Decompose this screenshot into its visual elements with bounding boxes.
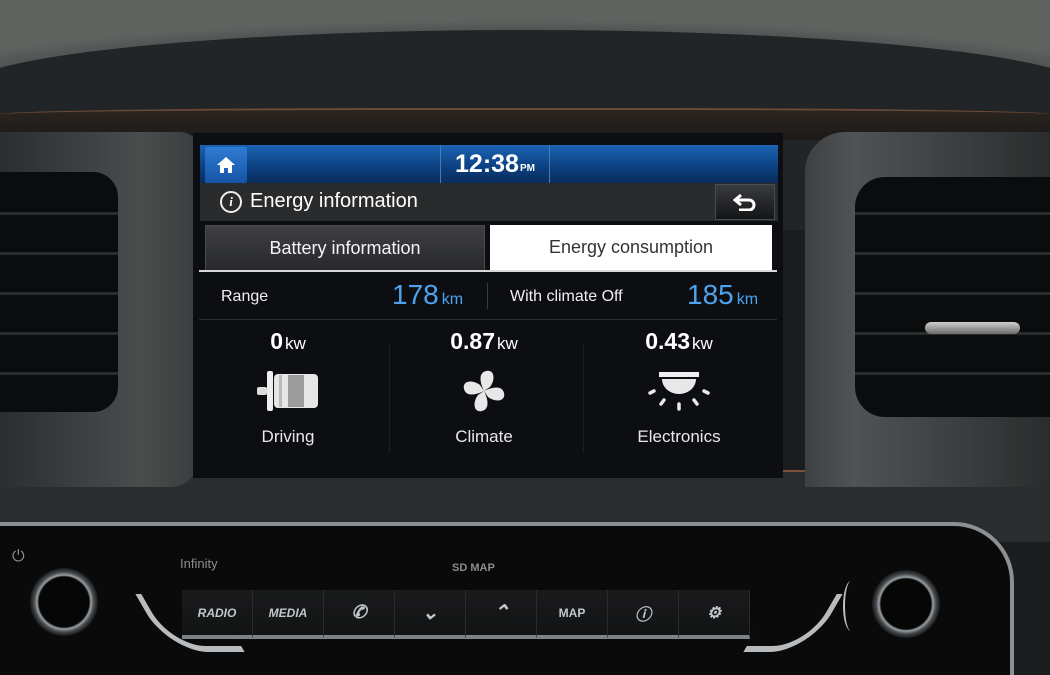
phone-icon: ✆	[351, 602, 367, 622]
clock-ampm: PM	[519, 163, 535, 174]
consumption-driving: 0 kw Driving	[193, 328, 383, 468]
climate-off-label: With climate Off	[510, 288, 623, 305]
title-bar: i Energy information	[200, 183, 778, 221]
divider	[487, 283, 488, 309]
radio-button[interactable]: RADIO	[182, 590, 253, 639]
range-value: 178 km	[392, 279, 463, 311]
driving-label: Driving	[261, 427, 315, 446]
chevron-up-icon: ⌃	[492, 602, 510, 624]
chevron-down-icon: ⌄	[421, 602, 439, 624]
range-label: Range	[221, 288, 269, 305]
gear-icon: ⚙	[706, 604, 722, 622]
fan-icon	[463, 370, 505, 412]
consumption-electronics: 0.43 kw Electronics	[584, 328, 774, 468]
climate-off-number: 185	[687, 279, 734, 310]
phone-button[interactable]: ✆	[324, 590, 395, 639]
ceiling-light-icon	[648, 372, 710, 411]
sd-map-label: SD MAP	[452, 562, 495, 574]
media-button[interactable]: MEDIA	[253, 590, 324, 639]
infotainment-screen: 12:38 PM i Energy information Battery in…	[193, 133, 783, 478]
map-button[interactable]: MAP	[537, 590, 608, 639]
back-button[interactable]	[715, 184, 775, 220]
consumption-climate: 0.87 kw Climate	[389, 328, 579, 468]
tune-knob[interactable]	[872, 570, 940, 638]
driving-value: 0 kw	[193, 328, 383, 355]
left-air-vent	[0, 132, 200, 487]
right-air-vent	[805, 132, 1050, 487]
tab-battery-information[interactable]: Battery information	[205, 225, 485, 272]
tab-label: Energy consumption	[548, 237, 714, 257]
motor-icon	[257, 371, 318, 411]
back-arrow-icon	[733, 193, 756, 211]
clock: 12:38 PM	[440, 145, 550, 183]
range-number: 178	[392, 279, 439, 310]
left-vent-grill[interactable]	[0, 172, 118, 412]
page-title: Energy information	[250, 190, 418, 212]
climate-number: 0.87	[450, 328, 495, 354]
right-vent-grill[interactable]	[855, 177, 1050, 417]
info-icon: i	[220, 191, 242, 213]
chrome-trim-right	[743, 594, 843, 652]
climate-label: Climate	[455, 427, 513, 446]
tab-label: Battery information	[269, 238, 421, 258]
vent-adjust-knob[interactable]	[925, 322, 1020, 334]
electronics-value: 0.43 kw	[584, 328, 774, 355]
range-unit: km	[441, 291, 464, 308]
home-button[interactable]	[205, 147, 247, 183]
electronics-number: 0.43	[645, 328, 690, 354]
settings-button[interactable]: ⚙	[679, 590, 750, 639]
control-console: ⏻ Infinity SD MAP RADIO MEDIA ✆ ⌄ ⌃ MAP …	[0, 522, 1014, 675]
climate-off-value: 185 km	[687, 279, 758, 311]
tab-underline	[199, 270, 777, 272]
climate-unit: kw	[496, 334, 518, 353]
power-icon[interactable]: ⏻	[12, 548, 25, 566]
status-bar: 12:38 PM	[200, 145, 778, 183]
hardware-button-row: RADIO MEDIA ✆ ⌄ ⌃ MAP ⓘ ⚙	[182, 590, 750, 639]
info-button[interactable]: ⓘ	[608, 590, 679, 639]
clock-time: 12:38	[455, 149, 519, 178]
tune-arc-indicator	[843, 581, 859, 631]
climate-off-unit: km	[736, 291, 759, 308]
info-icon: ⓘ	[634, 606, 651, 624]
volume-knob[interactable]	[30, 568, 98, 636]
range-row: Range 178 km With climate Off 185 km	[199, 273, 777, 320]
electronics-label: Electronics	[637, 427, 721, 446]
driving-unit: kw	[285, 334, 306, 353]
seek-up-button[interactable]: ⌃	[466, 590, 537, 639]
infinity-logo: Infinity	[180, 556, 218, 571]
seek-down-button[interactable]: ⌄	[395, 590, 466, 639]
driving-number: 0	[270, 328, 283, 354]
tab-energy-consumption[interactable]: Energy consumption	[490, 225, 772, 270]
home-icon	[217, 157, 235, 173]
electronics-unit: kw	[691, 334, 713, 353]
climate-value: 0.87 kw	[389, 328, 579, 355]
